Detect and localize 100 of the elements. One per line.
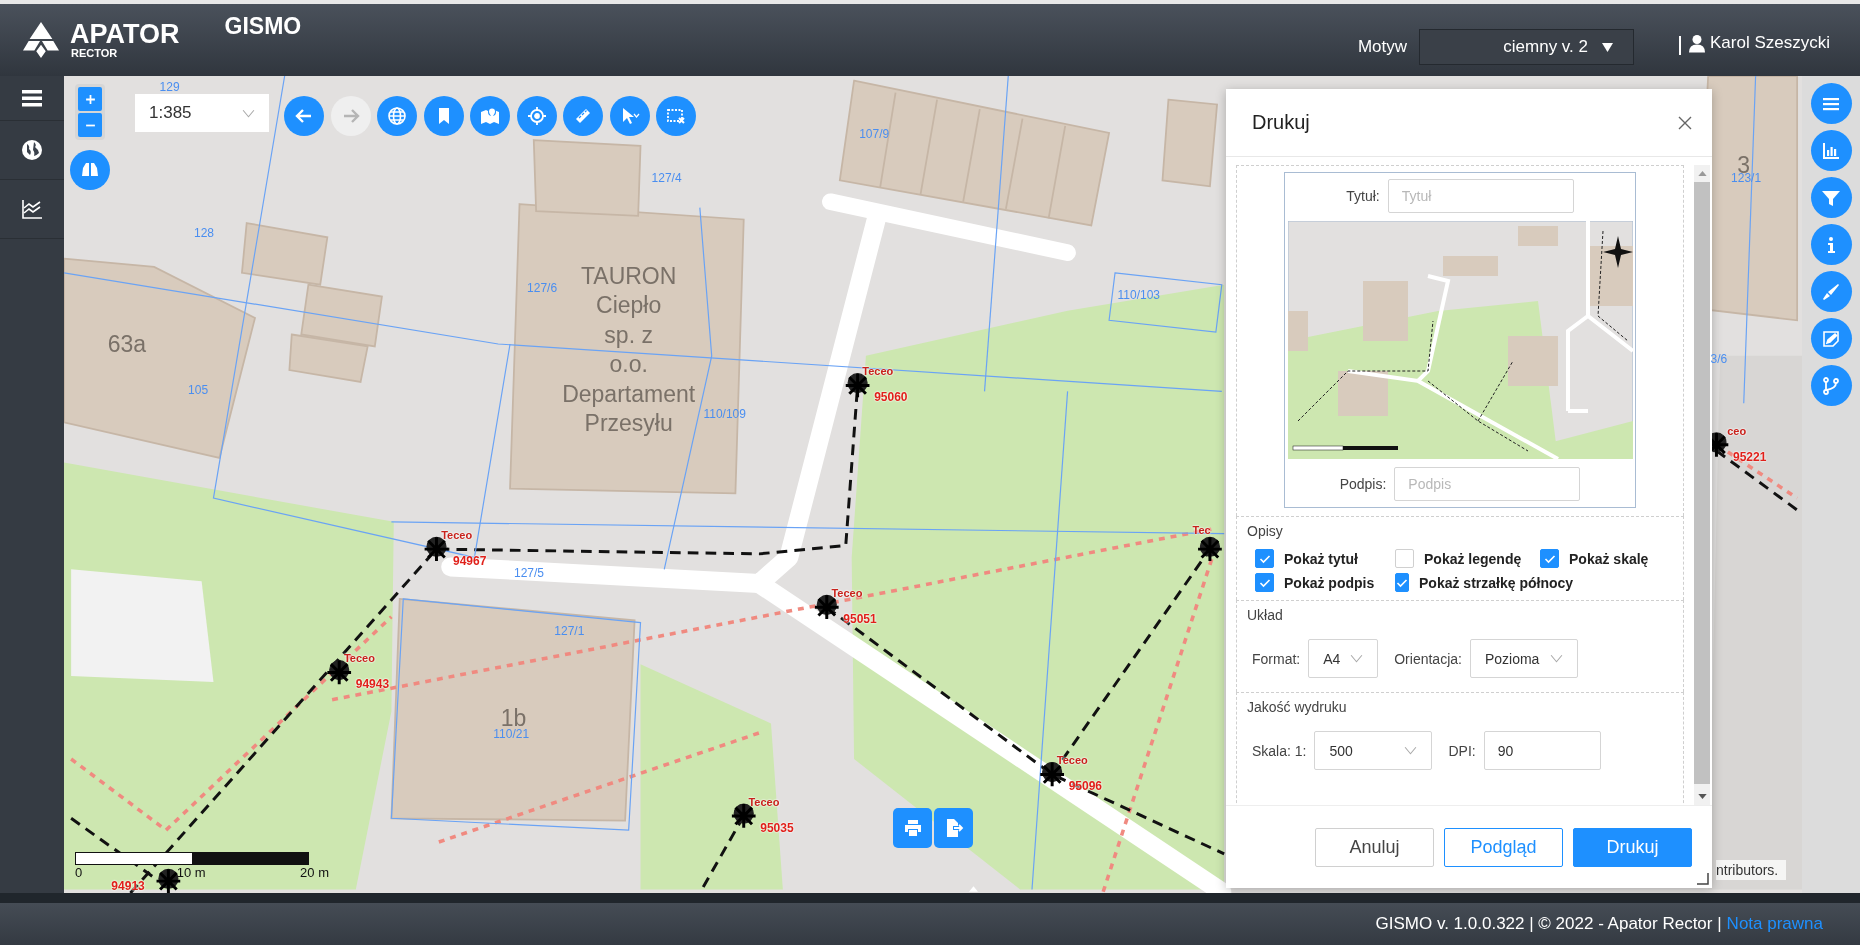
menu-icon[interactable]: [21, 87, 43, 109]
map-label: TAURON Ciepło sp. z o.o. Departament Przesyłu: [562, 261, 696, 438]
theme-select[interactable]: ciemny v. 2: [1419, 29, 1634, 65]
marker-id: 94913: [111, 878, 145, 893]
map-label: 63a: [107, 330, 147, 360]
marker-id: 95051: [843, 612, 877, 627]
scale-select[interactable]: 1:385: [135, 94, 269, 132]
chevron-down-icon: [1350, 654, 1364, 663]
field-label: Orientacja:: [1394, 650, 1462, 667]
branch-icon: [1821, 375, 1841, 396]
map-pin-icon: [480, 106, 500, 126]
bar-chart-icon: [1821, 140, 1841, 161]
line-chart-icon[interactable]: [21, 198, 43, 220]
map-attribution: ntributors.: [1716, 860, 1787, 880]
field-label: Tytuł:: [1346, 188, 1380, 204]
bar-chart-button[interactable]: [1810, 130, 1852, 171]
checkbox-label: Pokaż tytuł: [1284, 550, 1358, 567]
user-icon: [1689, 33, 1705, 53]
dpi-input[interactable]: 90: [1483, 731, 1601, 770]
map-label: 110/21: [493, 727, 530, 742]
marker-id: 95035: [760, 820, 794, 835]
marker-label: Tec: [1192, 524, 1211, 537]
branch-button[interactable]: [1810, 365, 1852, 406]
map-label: 3/6: [1710, 352, 1728, 367]
pen-button[interactable]: [1810, 271, 1852, 312]
map-label: 127/5: [514, 565, 544, 580]
marker-id: 95060: [874, 390, 908, 405]
crosshair-icon: [526, 106, 547, 126]
zoom-in-button[interactable]: [78, 87, 102, 111]
user-name[interactable]: Karol Szeszycki: [1710, 33, 1830, 53]
map-label: 110/103: [1117, 288, 1160, 303]
map-label: 127/6: [527, 281, 558, 296]
section-heading: Jakość wydruku: [1247, 699, 1348, 715]
separator-bar: [1679, 35, 1681, 55]
orientation-select[interactable]: Pozioma: [1469, 639, 1578, 678]
logo-name: APATOR: [70, 21, 180, 48]
marker-label: Teceo: [748, 795, 780, 808]
map-label: 105: [188, 383, 209, 398]
checkbox[interactable]: [1255, 573, 1274, 592]
scale-label: 10 m: [176, 865, 206, 880]
edit-note-icon: [1821, 328, 1841, 349]
checkbox-label: Pokaż skalę: [1569, 550, 1649, 567]
zoom-out-button[interactable]: [78, 113, 102, 137]
close-icon[interactable]: [1678, 115, 1692, 130]
checkbox[interactable]: [1540, 549, 1559, 568]
marker-label: Teceo: [862, 365, 894, 378]
marker-id: 94967: [453, 553, 487, 568]
info-button[interactable]: [1810, 224, 1852, 265]
scale-label: 0: [75, 865, 83, 880]
chevron-down-icon: [1549, 654, 1563, 663]
print-button[interactable]: [893, 808, 932, 848]
scale-select[interactable]: 500: [1314, 731, 1433, 770]
scrollbar[interactable]: [1694, 165, 1710, 805]
map-label: 127/4: [651, 170, 682, 185]
dialog-title: Drukuj: [1252, 111, 1310, 134]
chevron-down-icon: [1404, 746, 1418, 755]
caption-input[interactable]: Podpis: [1394, 467, 1581, 501]
globe-icon: [387, 106, 407, 126]
title-input[interactable]: Tytuł: [1387, 179, 1574, 213]
marker-label: ceo: [1727, 424, 1747, 437]
map-label: 128: [193, 225, 214, 240]
marker-id: 95221: [1733, 449, 1767, 464]
device-marker-icon[interactable]: [1196, 535, 1224, 563]
field-label: Skala: 1:: [1252, 742, 1307, 759]
logo-subtitle: RECTOR: [71, 48, 119, 59]
scroll-down-icon[interactable]: [1697, 794, 1707, 799]
plus-icon: [84, 93, 96, 105]
checkbox[interactable]: [1255, 549, 1274, 568]
filter-button[interactable]: [1810, 177, 1852, 218]
check-icon: [1543, 553, 1556, 564]
globe-icon[interactable]: [21, 139, 43, 161]
cancel-button[interactable]: Anuluj: [1315, 827, 1434, 867]
field-label: DPI:: [1448, 742, 1476, 759]
marker-label: Teceo: [1056, 754, 1088, 767]
map-label: 127/1: [554, 623, 585, 638]
checkbox[interactable]: [1395, 573, 1409, 592]
check-icon: [1258, 553, 1271, 564]
menu-button[interactable]: [1810, 83, 1852, 124]
scroll-up-icon[interactable]: [1697, 171, 1707, 176]
checkbox-label: Pokaż legendę: [1424, 550, 1522, 567]
theme-label: Motyw: [1357, 37, 1407, 57]
marker-id: 94943: [355, 677, 390, 692]
check-icon: [1396, 577, 1408, 588]
resize-handle-icon[interactable]: [1697, 873, 1709, 885]
export-button[interactable]: [934, 808, 973, 848]
map-label: 129: [159, 79, 180, 94]
format-select[interactable]: A4: [1308, 639, 1379, 678]
app-title: GISMO: [224, 13, 302, 40]
checkbox[interactable]: [1395, 549, 1414, 568]
field-label: Format:: [1252, 650, 1301, 667]
edit-note-button[interactable]: [1810, 318, 1852, 359]
checkbox-label: Pokaż podpis: [1284, 574, 1375, 591]
caret-icon: [1602, 42, 1613, 52]
selection-clear-icon: [666, 106, 686, 126]
map-label: 110/109: [703, 406, 746, 421]
section-heading: Układ: [1247, 607, 1284, 623]
marker-id: 95096: [1068, 779, 1103, 794]
chevron-down-icon: [242, 108, 255, 118]
printer-icon: [902, 818, 923, 838]
marker-label: Teceo: [831, 587, 863, 599]
